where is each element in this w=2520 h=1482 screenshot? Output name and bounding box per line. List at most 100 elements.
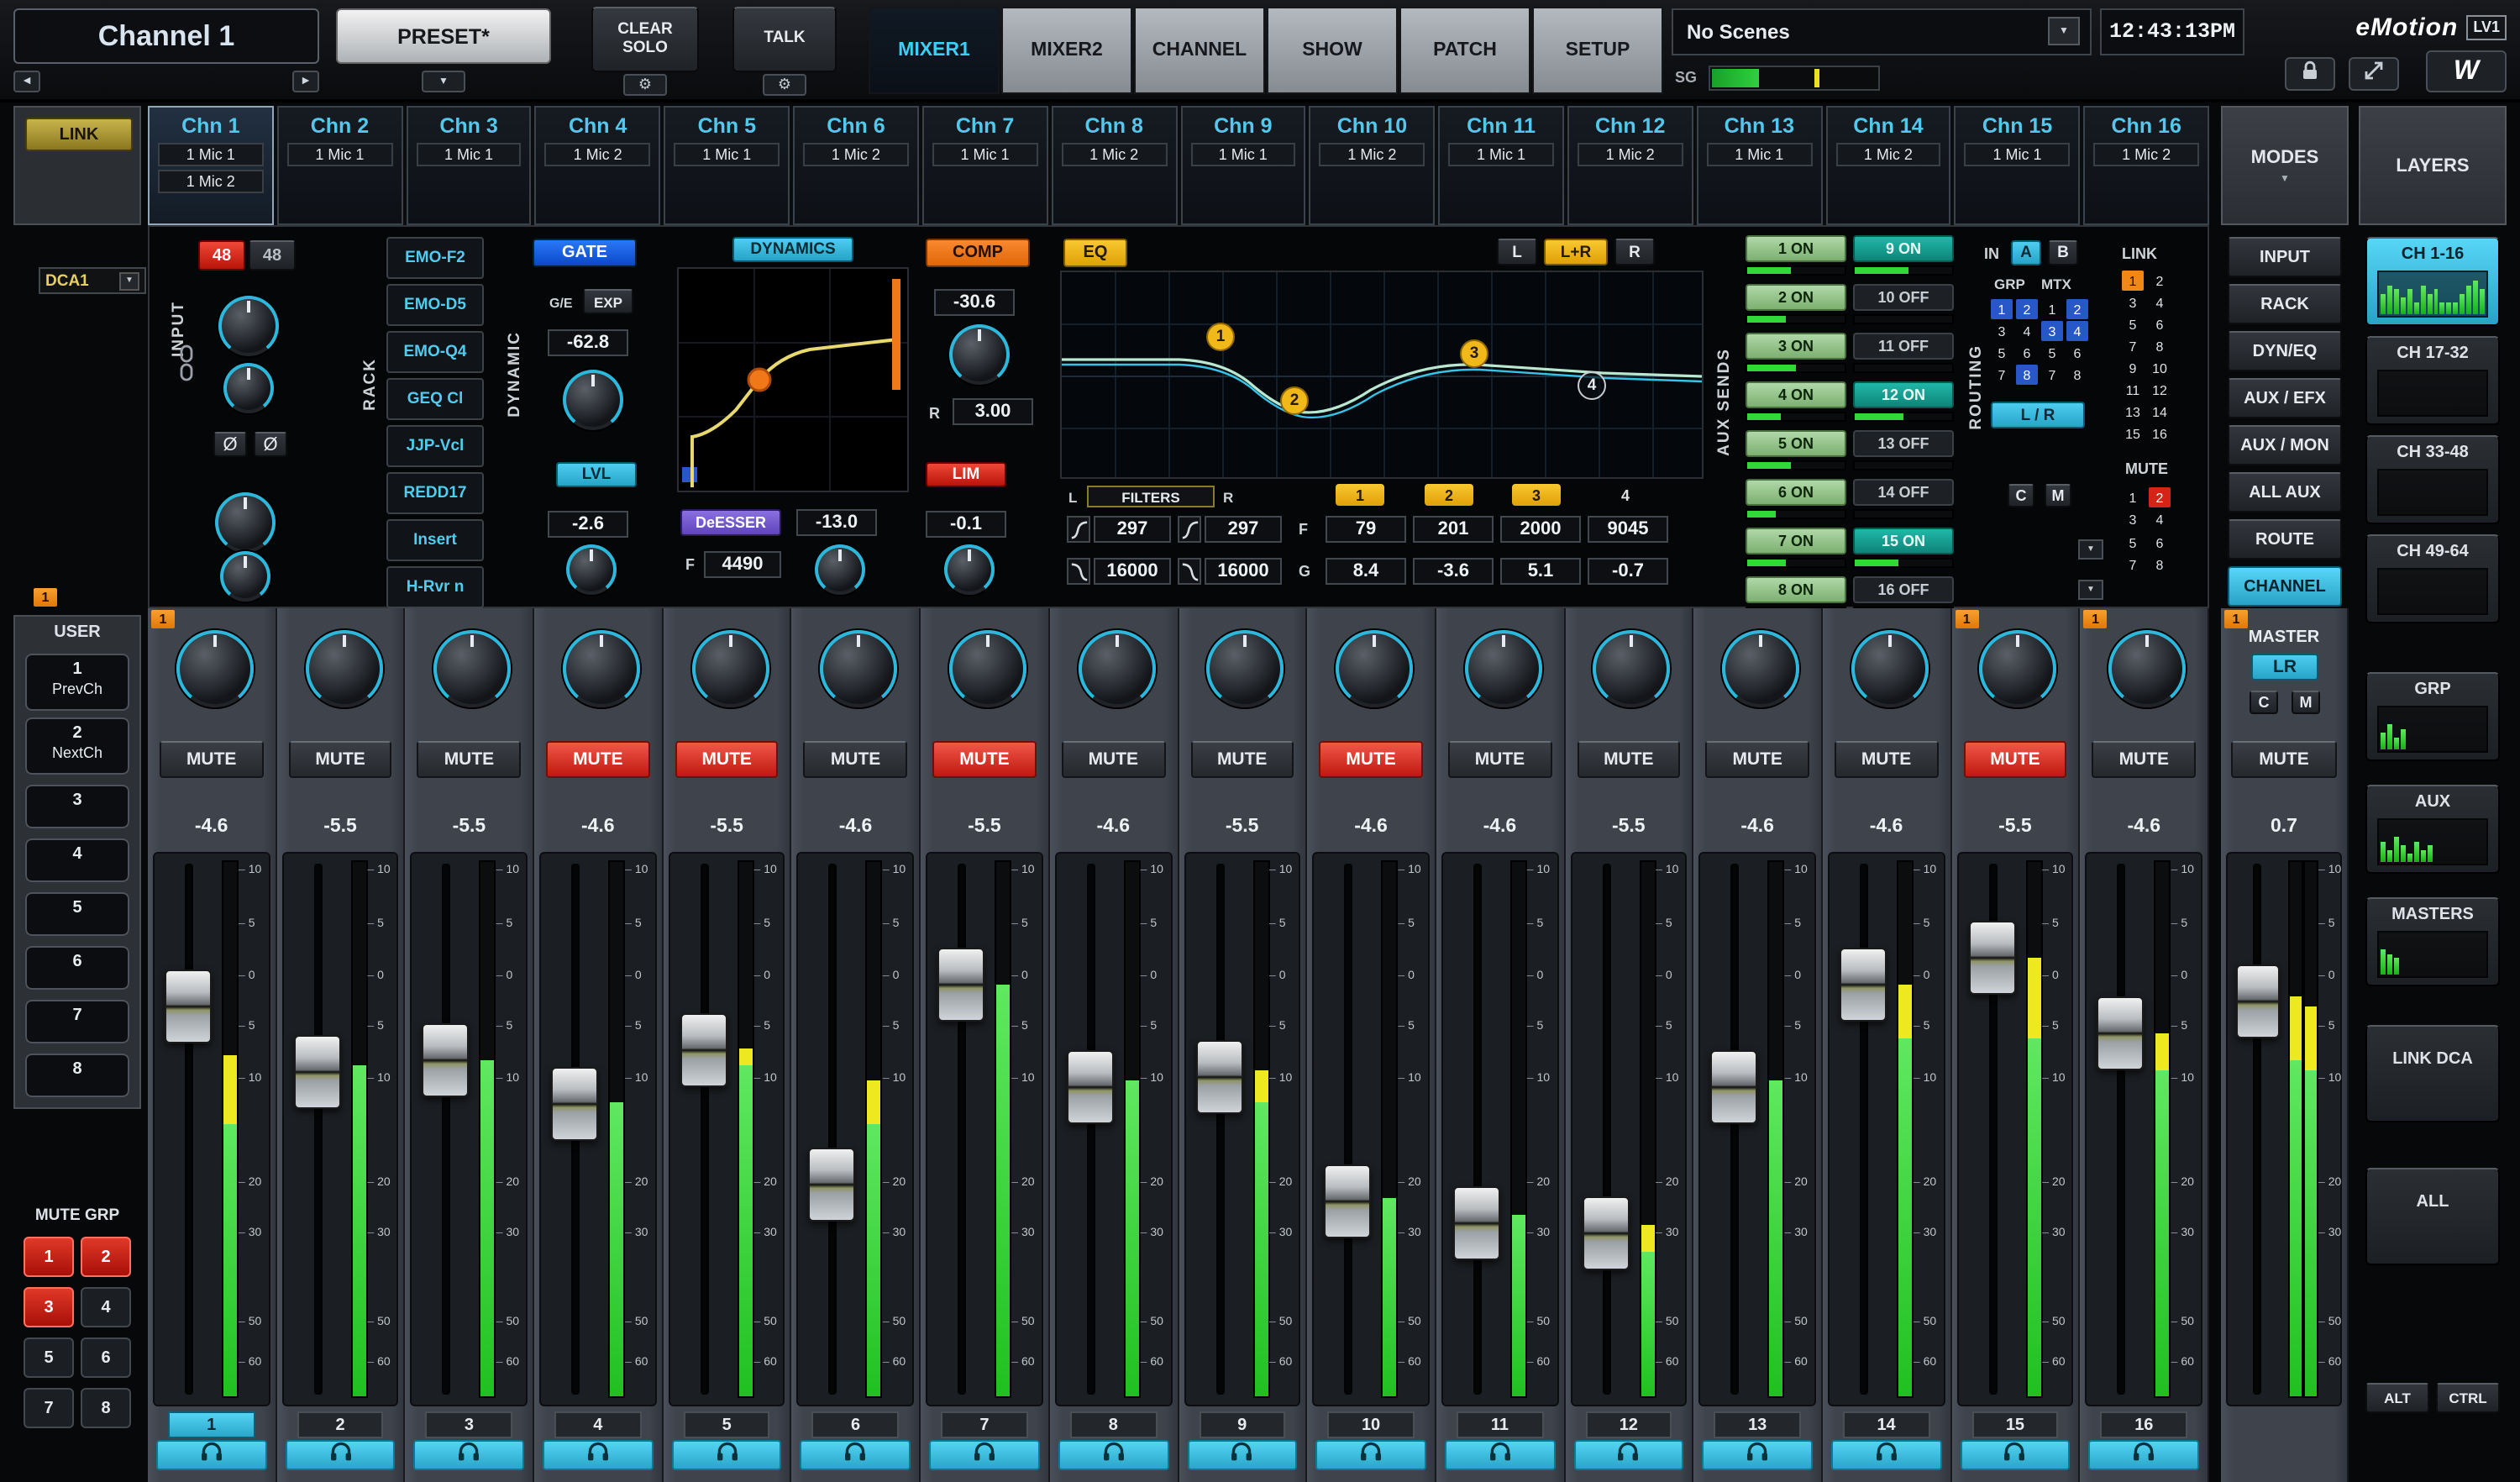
channel-tab[interactable]: Chn 131 Mic 1 <box>1697 106 1823 225</box>
pan-knob[interactable] <box>1464 630 1541 707</box>
pan-knob[interactable] <box>563 630 640 707</box>
channel-tab[interactable]: Chn 91 Mic 1 <box>1180 106 1306 225</box>
master-mute-button[interactable]: MUTE <box>2231 741 2337 778</box>
grp-mtx-cell[interactable]: 4 <box>2066 321 2088 341</box>
input-b-button[interactable]: B <box>2048 240 2078 265</box>
phase-invert-a-button[interactable]: Ø <box>213 432 247 457</box>
fader-handle[interactable] <box>1840 948 1887 1022</box>
gate-button[interactable]: GATE <box>533 239 637 267</box>
fader-handle[interactable] <box>2236 964 2280 1038</box>
eq-left-button[interactable]: L <box>1497 239 1537 265</box>
fader-handle[interactable] <box>551 1067 598 1141</box>
cue-headphone-button[interactable] <box>1831 1440 1941 1470</box>
eq-band-handle-2[interactable]: 2 <box>1280 386 1309 415</box>
pan-knob[interactable] <box>2108 630 2186 707</box>
fader-value[interactable]: -4.6 <box>1307 817 1434 837</box>
eq-band-gain-3[interactable]: 5.1 <box>1500 558 1581 585</box>
deesser-knob[interactable] <box>815 544 865 595</box>
fader-value[interactable]: -4.6 <box>534 817 661 837</box>
channel-tab[interactable]: Chn 101 Mic 2 <box>1310 106 1436 225</box>
gate-threshold-knob[interactable] <box>563 370 623 430</box>
grp-mtx-cell[interactable]: 1 <box>1991 299 2013 319</box>
cue-headphone-button[interactable] <box>543 1440 653 1470</box>
pan-knob[interactable] <box>1980 630 2057 707</box>
pan-knob[interactable] <box>305 630 382 707</box>
fader-value[interactable]: -5.5 <box>406 817 533 837</box>
layer-linkdca[interactable]: LINK DCA <box>2365 1025 2500 1122</box>
mute-group-assign-7[interactable]: 7 <box>2122 555 2144 575</box>
channel-tab[interactable]: Chn 81 Mic 2 <box>1051 106 1177 225</box>
channel-number[interactable]: 8 <box>1070 1411 1157 1438</box>
pan-knob[interactable] <box>691 630 769 707</box>
fader-handle[interactable] <box>937 948 984 1022</box>
grp-mtx-cell[interactable]: 3 <box>2041 321 2063 341</box>
mute-button[interactable]: MUTE <box>2092 741 2196 778</box>
lr-assign-button[interactable]: L / R <box>1991 402 2085 428</box>
channel-tab[interactable]: Chn 31 Mic 1 <box>406 106 532 225</box>
grp-mtx-cell[interactable]: 6 <box>2016 343 2038 363</box>
cue-headphone-button[interactable] <box>1187 1440 1297 1470</box>
rack-slot[interactable]: REDD17 <box>386 472 484 514</box>
cue-headphone-button[interactable] <box>801 1440 911 1470</box>
cue-headphone-button[interactable] <box>1573 1440 1683 1470</box>
pan-knob[interactable] <box>1851 630 1929 707</box>
link-group-15[interactable]: 15 <box>2122 423 2144 444</box>
channel-tab[interactable]: Chn 121 Mic 2 <box>1567 106 1693 225</box>
aux-send-15[interactable]: 15 ON <box>1853 528 1954 554</box>
rack-slot[interactable]: JJP-Vcl <box>386 425 484 467</box>
mute-group-assign-3[interactable]: 3 <box>2122 510 2144 530</box>
grp-mtx-cell[interactable]: 7 <box>1991 365 2013 385</box>
user-assign-button[interactable]: 7 <box>25 1000 129 1043</box>
aux-send-1[interactable]: 1 ON <box>1746 235 1846 262</box>
fader-handle[interactable] <box>680 1012 727 1086</box>
fader-value[interactable]: -4.6 <box>1694 817 1821 837</box>
eq-band-tab-4[interactable]: 4 <box>1601 484 1650 506</box>
eq-band-handle-4[interactable]: 4 <box>1578 371 1606 400</box>
fader-handle[interactable] <box>2097 996 2145 1070</box>
clear-solo-button[interactable]: CLEAR SOLO <box>591 7 699 72</box>
channel-tab[interactable]: Chn 161 Mic 2 <box>2083 106 2209 225</box>
mute-group-button[interactable]: 5 <box>24 1337 74 1378</box>
cue-headphone-button[interactable] <box>414 1440 524 1470</box>
fader-value[interactable]: -5.5 <box>1565 817 1692 837</box>
channel-tab[interactable]: Chn 141 Mic 2 <box>1825 106 1951 225</box>
modes-header[interactable]: MODES ▼ <box>2221 106 2349 225</box>
mute-button[interactable]: MUTE <box>1706 741 1809 778</box>
channel-tab[interactable]: Chn 151 Mic 1 <box>1955 106 2081 225</box>
channel-tab[interactable]: Chn 111 Mic 1 <box>1438 106 1564 225</box>
link-group-2[interactable]: 2 <box>2149 271 2171 291</box>
fader-handle[interactable] <box>1453 1185 1500 1259</box>
mute-group-assign-6[interactable]: 6 <box>2149 533 2171 553</box>
eq-band-freq-2[interactable]: 201 <box>1413 516 1494 543</box>
deesser-frequency-value[interactable]: 4490 <box>704 551 781 578</box>
fader-handle[interactable] <box>1067 1050 1114 1124</box>
aux-send-9[interactable]: 9 ON <box>1853 235 1954 262</box>
leveler-button[interactable]: LVL <box>556 462 637 487</box>
eq-band-freq-1[interactable]: 79 <box>1326 516 1406 543</box>
alt-button[interactable]: ALT <box>2365 1383 2429 1413</box>
leveler-knob[interactable] <box>566 544 617 595</box>
grp-mtx-cell[interactable]: 5 <box>2041 343 2063 363</box>
pan-knob[interactable] <box>949 630 1026 707</box>
pan-knob[interactable] <box>1207 630 1284 707</box>
mute-button[interactable]: MUTE <box>932 741 1036 778</box>
mute-button[interactable]: MUTE <box>675 741 779 778</box>
mode-auxmon[interactable]: AUX / MON <box>2228 425 2342 465</box>
mute-group-button[interactable]: 1 <box>24 1237 74 1277</box>
mute-group-assign-5[interactable]: 5 <box>2122 533 2144 553</box>
hpf-slope-icon[interactable] <box>1178 516 1201 543</box>
mute-button[interactable]: MUTE <box>288 741 391 778</box>
fader-value[interactable]: -5.5 <box>1951 817 2078 837</box>
limiter-threshold-value[interactable]: -0.1 <box>926 511 1006 538</box>
cue-headphone-button[interactable] <box>2089 1440 2199 1470</box>
rack-slot[interactable]: Insert <box>386 519 484 561</box>
fader-value[interactable]: -4.6 <box>1823 817 1950 837</box>
routing-dropdown-icon[interactable]: ▼ <box>2078 539 2103 560</box>
channel-number[interactable]: 7 <box>941 1411 1027 1438</box>
grp-mtx-cell[interactable]: 7 <box>2041 365 2063 385</box>
mute-button[interactable]: MUTE <box>1577 741 1680 778</box>
cue-headphone-button[interactable] <box>929 1440 1039 1470</box>
channel-tab[interactable]: Chn 21 Mic 1 <box>277 106 403 225</box>
aux-send-5[interactable]: 5 ON <box>1746 430 1846 457</box>
tab-mixer2[interactable]: MIXER2 <box>1001 7 1132 94</box>
